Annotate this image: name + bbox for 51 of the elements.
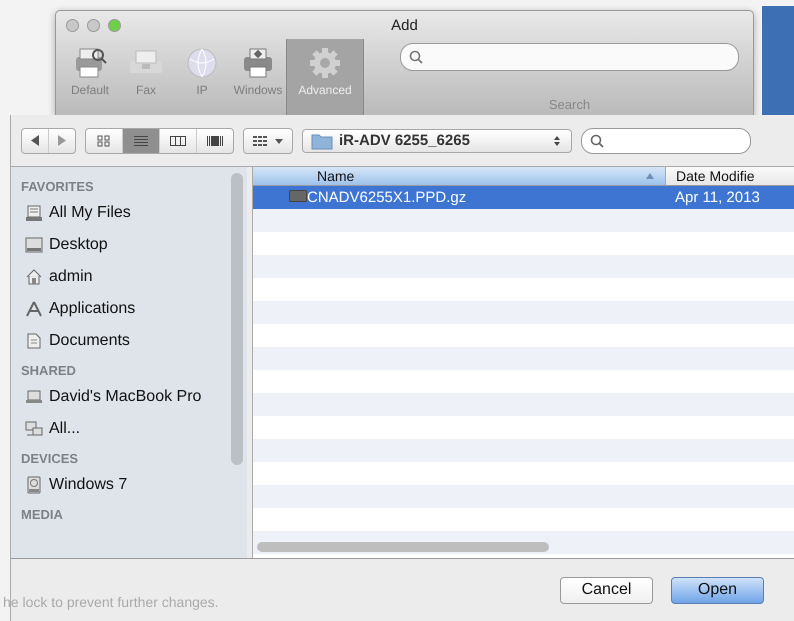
sidebar-heading: SHARED bbox=[21, 363, 77, 378]
column-header[interactable]: Name bbox=[253, 167, 665, 185]
document-icon bbox=[25, 332, 43, 350]
house-icon bbox=[25, 268, 43, 286]
search-label: Search bbox=[548, 97, 590, 112]
file-name: CNADV6255X1.PPD.gz bbox=[307, 189, 466, 206]
sidebar-item[interactable]: Windows 7 bbox=[21, 469, 247, 501]
search-field[interactable] bbox=[581, 128, 751, 154]
search-icon bbox=[590, 134, 604, 148]
back-arrow-icon bbox=[31, 135, 39, 146]
search-field[interactable] bbox=[400, 43, 739, 71]
view-mode-control[interactable] bbox=[85, 128, 234, 154]
stepper-icon bbox=[553, 134, 561, 148]
navigation-control[interactable] bbox=[21, 128, 76, 154]
forward-arrow-icon bbox=[58, 135, 66, 146]
toolbar-tab-label: Advanced bbox=[298, 83, 352, 97]
folder-icon bbox=[311, 132, 333, 150]
sidebar-item[interactable]: All My Files bbox=[21, 197, 247, 229]
toolbar-tab-label: Fax bbox=[136, 83, 156, 97]
sidebar-heading: MEDIA bbox=[21, 507, 64, 522]
files-icon bbox=[25, 204, 43, 222]
sidebar-heading: DEVICES bbox=[21, 451, 80, 466]
column-header[interactable]: Date Modifie bbox=[665, 167, 794, 185]
dialog-button[interactable]: Cancel bbox=[560, 576, 653, 604]
sidebar-item[interactable]: Applications bbox=[21, 293, 247, 325]
sidebar-item[interactable]: All... bbox=[21, 413, 247, 445]
file-icon bbox=[289, 190, 307, 202]
sort-ascending-icon bbox=[645, 172, 655, 180]
view-mode-button[interactable] bbox=[122, 128, 159, 152]
grid-icon bbox=[252, 134, 268, 146]
toolbar-tab-label: Default bbox=[70, 83, 110, 97]
sidebar-heading: FAVORITES bbox=[21, 179, 95, 194]
laptop-icon bbox=[25, 388, 43, 406]
sidebar-item[interactable]: Documents bbox=[21, 325, 247, 357]
dialog-button[interactable]: Open bbox=[671, 576, 764, 604]
desktop-icon bbox=[25, 236, 43, 254]
file-row[interactable]: CNADV6255X1.PPD.gz Apr 11, 2013 bbox=[253, 186, 794, 209]
caret-icon bbox=[274, 136, 284, 144]
search-icon bbox=[409, 50, 423, 64]
file-date: Apr 11, 2013 bbox=[674, 189, 761, 206]
sidebar-item[interactable]: Desktop bbox=[21, 229, 247, 261]
sidebar-item[interactable]: admin bbox=[21, 261, 247, 293]
network-icon bbox=[25, 420, 43, 438]
scrollbar[interactable] bbox=[257, 542, 549, 552]
window-title: Add bbox=[391, 16, 418, 34]
scrollbar[interactable] bbox=[231, 173, 243, 465]
sidebar-item[interactable]: David's MacBook Pro bbox=[21, 381, 247, 413]
toolbar-tab-label: Windows bbox=[234, 83, 282, 97]
toolbar-tab-label: IP bbox=[196, 83, 208, 97]
path-popup[interactable]: iR-ADV 6255_6265 bbox=[302, 128, 572, 152]
arrange-button[interactable] bbox=[243, 128, 293, 154]
